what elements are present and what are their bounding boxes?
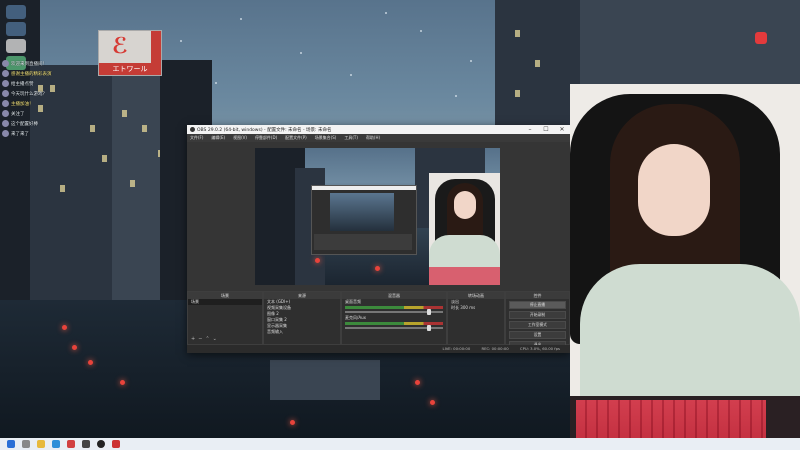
sources-dock: 来源 文本 (GDI+) 视频采集设备 图像 2 窗口采集 2 显示器采集 音频…	[263, 291, 341, 345]
menu-file[interactable]: 文件(F)	[190, 135, 203, 141]
mixer-header: 混音器	[342, 292, 446, 299]
volume-slider[interactable]	[345, 309, 443, 315]
sources-header: 来源	[264, 292, 340, 299]
chat-line: 欢迎来到直播间！	[2, 60, 102, 68]
avatar	[2, 120, 9, 127]
lantern	[415, 380, 420, 385]
chat-line: 来了来了	[2, 130, 102, 138]
live-status: LIVE: 00:00:00	[442, 346, 471, 351]
obs-statusbar: LIVE: 00:00:00 REC: 00:00:00 CPU: 3.0%, …	[187, 345, 570, 353]
avatar	[2, 70, 9, 77]
obs-titlebar[interactable]: OBS 29.0.2 (64-bit, windows) - 配置文件: 未命名…	[187, 125, 570, 134]
rec-status: REC: 00:00:00	[481, 346, 509, 351]
webcam-feed	[570, 84, 800, 450]
obs-taskbar-icon[interactable]	[97, 440, 105, 448]
keyboard-keys	[576, 400, 766, 440]
lantern	[375, 266, 380, 271]
nested-obs-preview	[311, 185, 417, 255]
scenes-header: 场景	[188, 292, 262, 299]
menu-scene-collection[interactable]: 场景集合(S)	[315, 135, 337, 141]
mixer-channel-label: 桌面音频	[345, 299, 361, 304]
desktop-icon[interactable]	[6, 5, 26, 19]
boat	[270, 360, 380, 400]
app-logo-icon	[755, 32, 767, 44]
lantern	[290, 420, 295, 425]
desktop-icon[interactable]	[6, 22, 26, 36]
app-icon[interactable]	[112, 440, 120, 448]
preview-webcam-source	[429, 173, 500, 285]
lantern	[315, 258, 320, 263]
live-chat-overlay: 欢迎来到直播间！ 感谢主播的精彩表演 给主播点赞 今天玩什么游戏？ 主播加油！ …	[2, 60, 102, 140]
transition-duration[interactable]: 时长 300 ms	[448, 305, 504, 311]
menu-view[interactable]: 视图(V)	[233, 135, 247, 141]
controls-dock: 控件 停止直播 开始录制 工作室模式 设置 退出	[505, 291, 570, 349]
close-icon[interactable]: ✕	[554, 125, 570, 134]
lantern	[88, 360, 93, 365]
stop-streaming-button[interactable]: 停止直播	[509, 301, 566, 309]
audio-mixer-dock: 混音器 桌面音频 麦克风/Aux	[341, 291, 447, 345]
app-icon[interactable]	[82, 440, 90, 448]
maximize-icon[interactable]: ☐	[538, 125, 554, 134]
windows-taskbar	[0, 438, 800, 450]
folder-icon[interactable]	[37, 440, 45, 448]
obs-docks: 场景 场景 +−⌃⌄ 来源 文本 (GDI+) 视频采集设备 图像 2 窗口采集…	[187, 291, 570, 349]
avatar	[2, 90, 9, 97]
sign-logo-icon: ℰ	[111, 34, 129, 59]
avatar	[2, 80, 9, 87]
chat-line: 感谢主播的精彩表演	[2, 70, 102, 78]
app-icon[interactable]	[67, 440, 75, 448]
cpu-status: CPU: 3.0%, 60.00 fps	[519, 346, 560, 351]
controls-header: 控件	[506, 292, 569, 299]
lantern	[120, 380, 125, 385]
mixer-channel-label: 麦克风/Aux	[345, 315, 366, 320]
lantern	[62, 325, 67, 330]
obs-window[interactable]: OBS 29.0.2 (64-bit, windows) - 配置文件: 未命名…	[187, 125, 570, 353]
studio-mode-button[interactable]: 工作室模式	[509, 321, 566, 329]
avatar	[2, 60, 9, 67]
scene-item[interactable]: 场景	[188, 299, 262, 305]
chat-line: 主播加油！	[2, 100, 102, 108]
neon-sign: ℰ エトワール	[98, 30, 162, 76]
scenes-dock: 场景 场景 +−⌃⌄	[187, 291, 263, 345]
scene-tools[interactable]: +−⌃⌄	[191, 336, 220, 342]
lantern	[72, 345, 77, 350]
menu-help[interactable]: 帮助(H)	[366, 135, 380, 141]
minimize-icon[interactable]: –	[522, 125, 538, 134]
settings-button[interactable]: 设置	[509, 331, 566, 339]
volume-slider[interactable]	[345, 325, 443, 331]
sign-text: エトワール	[99, 63, 161, 75]
chat-line: 这个配置好棒	[2, 120, 102, 128]
chat-line: 今天玩什么游戏？	[2, 90, 102, 98]
obs-menubar: 文件(F) 编辑(E) 视图(V) 停靠部件(D) 配置文件(P) 场景集合(S…	[187, 134, 570, 142]
browser-icon[interactable]	[52, 440, 60, 448]
search-icon[interactable]	[22, 440, 30, 448]
avatar	[2, 110, 9, 117]
avatar	[2, 130, 9, 137]
window-title: OBS 29.0.2 (64-bit, windows) - 配置文件: 未命名…	[197, 127, 332, 133]
lantern	[430, 400, 435, 405]
obs-logo-icon	[190, 127, 195, 132]
start-recording-button[interactable]: 开始录制	[509, 311, 566, 319]
transitions-dock: 转场动画 淡出 时长 300 ms	[447, 291, 505, 345]
desktop-icon[interactable]	[6, 39, 26, 53]
menu-edit[interactable]: 编辑(E)	[211, 135, 225, 141]
source-item[interactable]: 音频输入	[264, 329, 340, 335]
menu-tools[interactable]: 工具(T)	[344, 135, 358, 141]
obs-preview-area	[187, 142, 570, 291]
menu-profile[interactable]: 配置文件(P)	[285, 135, 307, 141]
person-face	[638, 144, 710, 236]
transitions-header: 转场动画	[448, 292, 504, 299]
start-icon[interactable]	[7, 440, 15, 448]
menu-docks[interactable]: 停靠部件(D)	[255, 135, 277, 141]
chat-line: 关注了	[2, 110, 102, 118]
preview-canvas[interactable]	[255, 148, 500, 285]
chat-line: 给主播点赞	[2, 80, 102, 88]
building-right-2	[580, 0, 800, 90]
avatar	[2, 100, 9, 107]
